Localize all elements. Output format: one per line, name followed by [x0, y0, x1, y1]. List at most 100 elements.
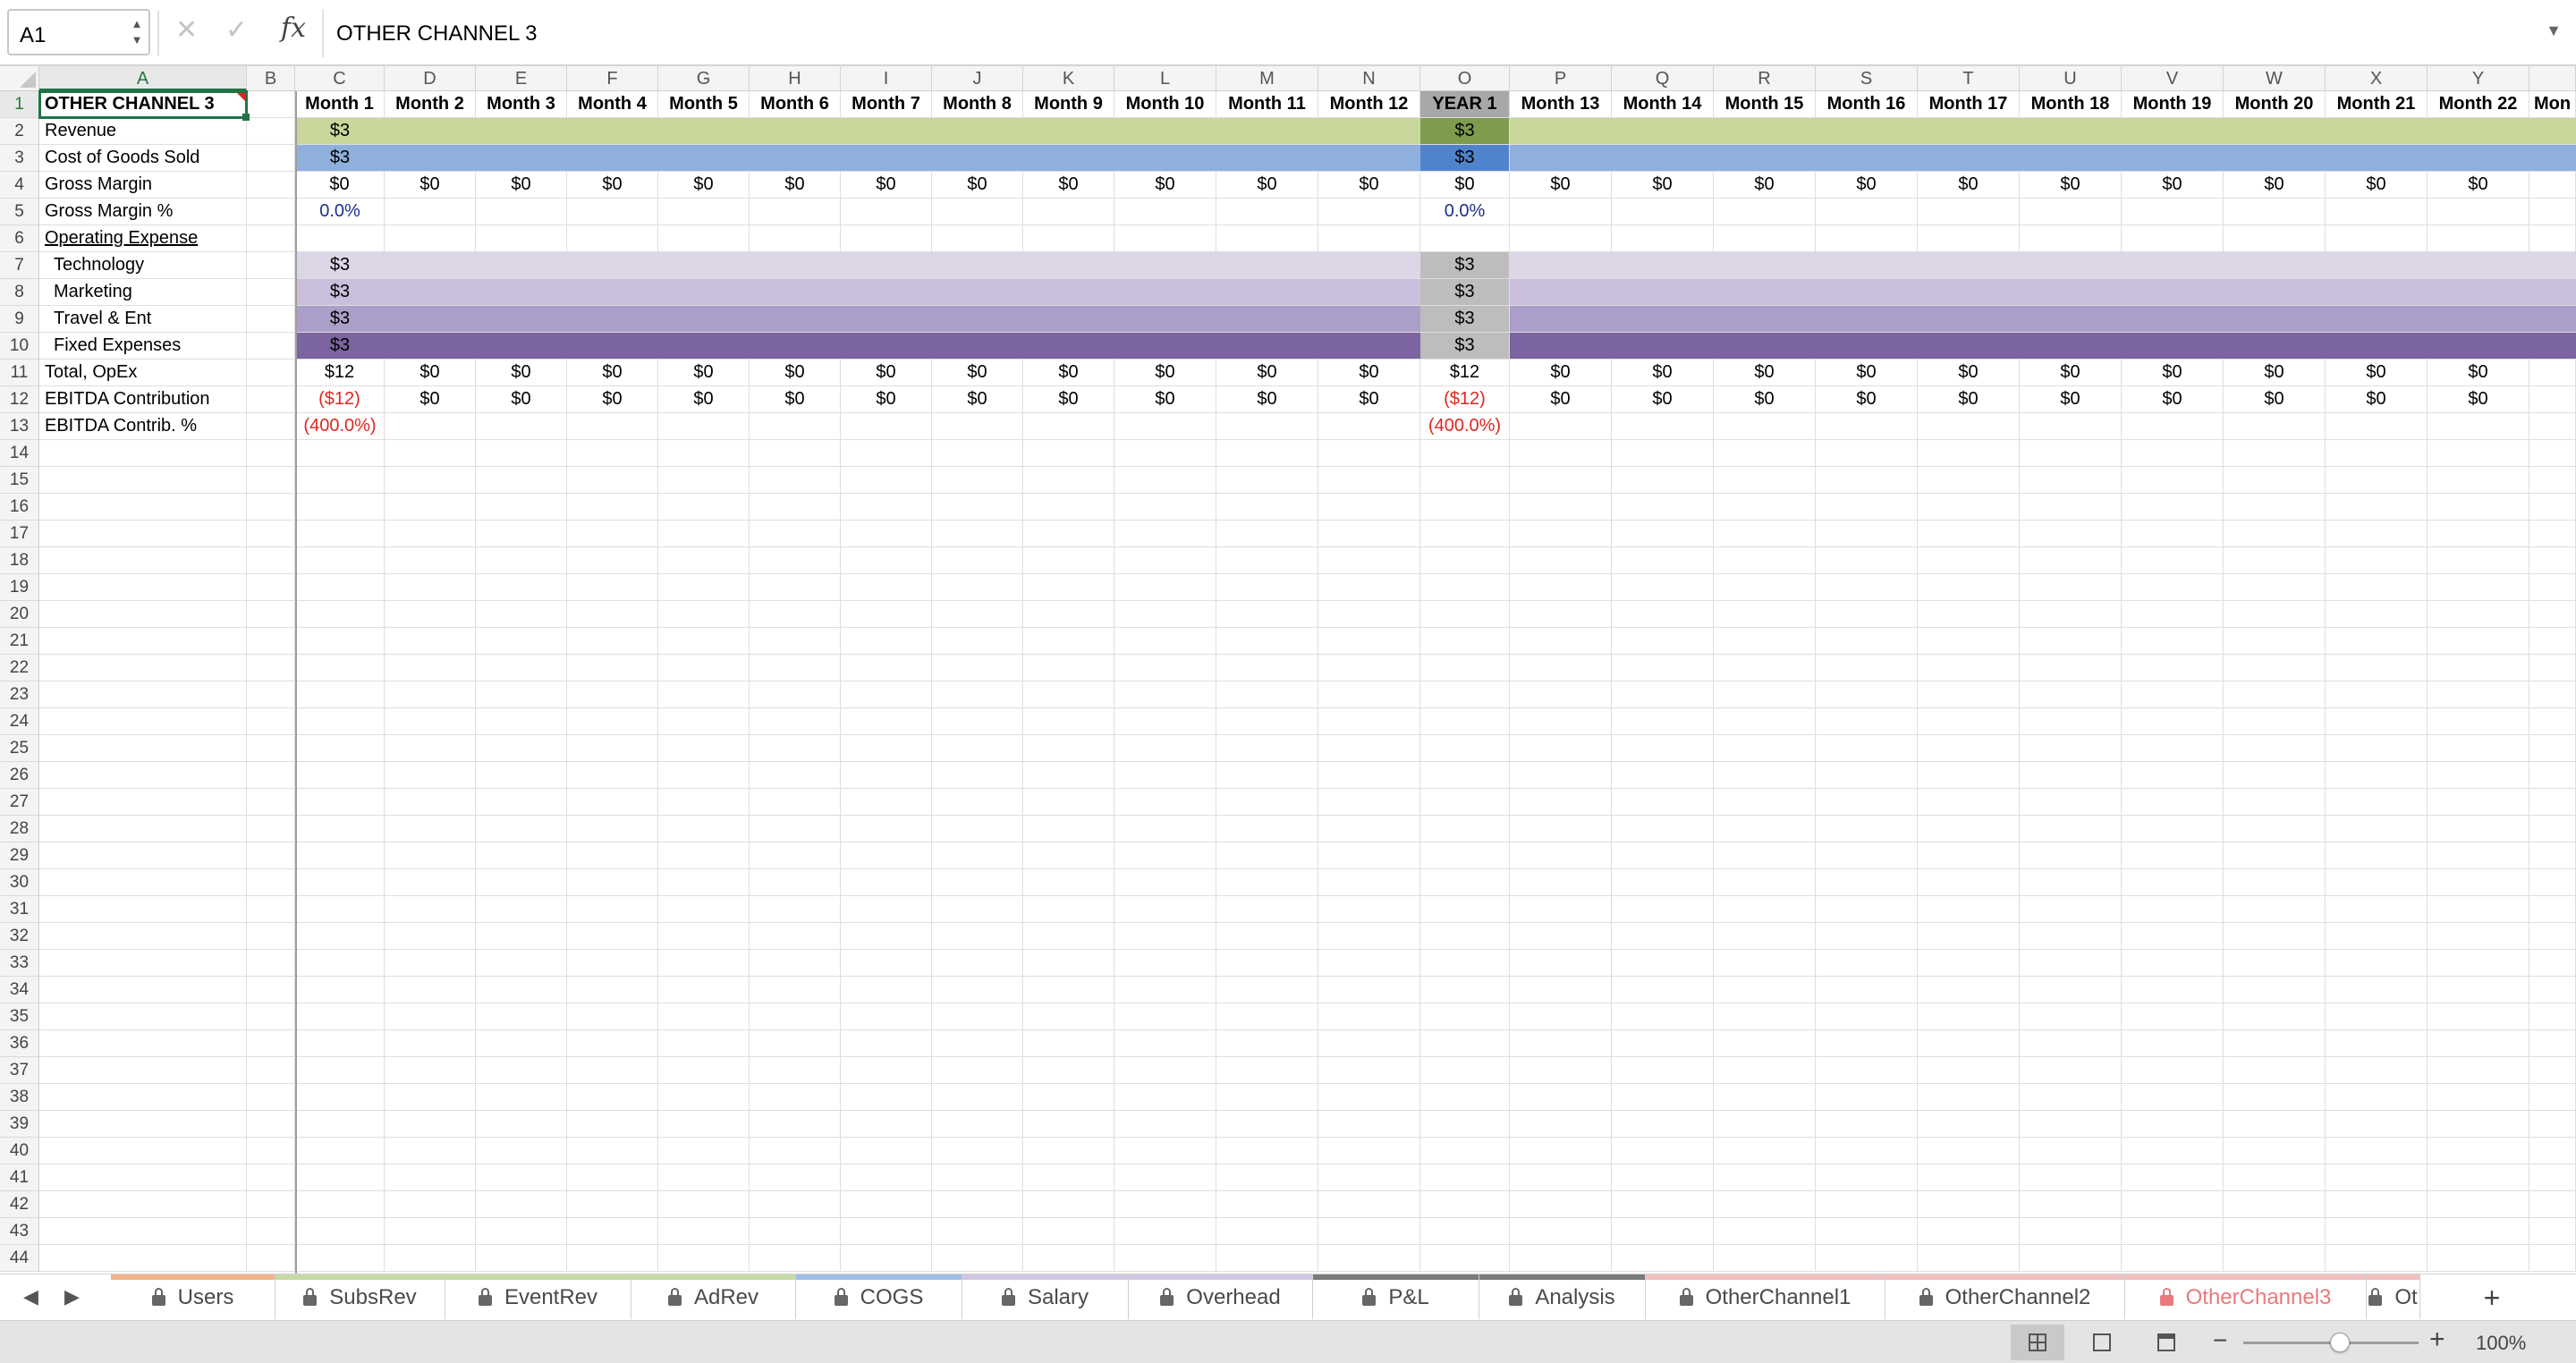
grid-cell[interactable]: [2326, 547, 2428, 574]
grid-cell[interactable]: [1816, 440, 1918, 467]
grid-cell[interactable]: [2326, 413, 2428, 440]
grid-cell[interactable]: [841, 1084, 932, 1111]
grid-cell[interactable]: [2122, 762, 2224, 789]
grid-cell[interactable]: [247, 628, 295, 655]
grid-cell[interactable]: [1612, 547, 1714, 574]
grid-cell[interactable]: [1714, 655, 1816, 682]
grid-cell[interactable]: [1114, 762, 1216, 789]
grid-cell[interactable]: [1714, 601, 1816, 628]
grid-cell[interactable]: [385, 225, 476, 252]
grid-cell[interactable]: [567, 574, 658, 601]
grid-cell[interactable]: [1612, 816, 1714, 842]
column-header-u[interactable]: U: [2020, 66, 2122, 91]
grid-cell[interactable]: [39, 628, 247, 655]
grid-cell[interactable]: [1023, 923, 1114, 950]
grid-cell[interactable]: [2224, 413, 2326, 440]
row-header-26[interactable]: 26: [0, 762, 39, 789]
grid-cell[interactable]: [2428, 1084, 2529, 1111]
grid-cell[interactable]: [1023, 1057, 1114, 1084]
row-header-30[interactable]: 30: [0, 869, 39, 896]
grid-cell[interactable]: [841, 574, 932, 601]
grid-cell[interactable]: [841, 1030, 932, 1057]
row-fill[interactable]: [1510, 252, 2576, 279]
grid-cell[interactable]: [1420, 708, 1510, 735]
grid-cell[interactable]: [247, 1138, 295, 1164]
grid-cell[interactable]: [750, 789, 841, 816]
row-header-25[interactable]: 25: [0, 735, 39, 762]
grid-cell[interactable]: [1318, 225, 1420, 252]
row-fill[interactable]: [295, 118, 1420, 145]
grid-cell[interactable]: [750, 977, 841, 1003]
grid-cell[interactable]: [476, 708, 567, 735]
grid-cell[interactable]: [1420, 842, 1510, 869]
value-cell[interactable]: $0: [1318, 360, 1420, 386]
grid-cell[interactable]: [1918, 547, 2020, 574]
grid-cell[interactable]: [2224, 574, 2326, 601]
row-header-24[interactable]: 24: [0, 708, 39, 735]
grid-cell[interactable]: [385, 923, 476, 950]
grid-cell[interactable]: [247, 521, 295, 547]
grid-cell[interactable]: [750, 816, 841, 842]
grid-cell[interactable]: [2122, 199, 2224, 225]
value-cell[interactable]: $0: [750, 172, 841, 199]
grid-cell[interactable]: [1714, 467, 1816, 494]
grid-cell[interactable]: [750, 413, 841, 440]
grid-cell[interactable]: [2326, 655, 2428, 682]
grid-cell[interactable]: [1023, 628, 1114, 655]
grid-cell[interactable]: [2122, 977, 2224, 1003]
grid-cell[interactable]: [1216, 1191, 1318, 1218]
grid-cell[interactable]: [2529, 628, 2576, 655]
grid-cell[interactable]: [1612, 682, 1714, 708]
grid-cell[interactable]: [2326, 869, 2428, 896]
grid-cell[interactable]: [2020, 682, 2122, 708]
grid-cell[interactable]: [1114, 574, 1216, 601]
grid-cell[interactable]: [1510, 1191, 1612, 1218]
value-cell[interactable]: $0: [1918, 360, 2020, 386]
sheet-title-cell[interactable]: OTHER CHANNEL 3: [39, 91, 247, 118]
grid-cell[interactable]: [2529, 199, 2576, 225]
grid-cell[interactable]: [1612, 1218, 1714, 1245]
grid-cell[interactable]: [1510, 708, 1612, 735]
grid-cell[interactable]: [2529, 1030, 2576, 1057]
grid-cell[interactable]: [2020, 1164, 2122, 1191]
grid-cell[interactable]: [2224, 682, 2326, 708]
grid-cell[interactable]: [39, 977, 247, 1003]
grid-cell[interactable]: [385, 735, 476, 762]
grid-cell[interactable]: [750, 1164, 841, 1191]
grid-cell[interactable]: [567, 1084, 658, 1111]
row-header-32[interactable]: 32: [0, 923, 39, 950]
row-header-16[interactable]: 16: [0, 494, 39, 521]
grid-cell[interactable]: [1714, 682, 1816, 708]
grid-cell[interactable]: [1816, 708, 1918, 735]
grid-cell[interactable]: [932, 1245, 1023, 1272]
grid-cell[interactable]: [1023, 789, 1114, 816]
grid-cell[interactable]: [385, 869, 476, 896]
grid-cell[interactable]: [750, 1138, 841, 1164]
grid-cell[interactable]: [567, 708, 658, 735]
row-header-36[interactable]: 36: [0, 1030, 39, 1057]
grid-cell[interactable]: [750, 574, 841, 601]
grid-cell[interactable]: [932, 467, 1023, 494]
grid-cell[interactable]: [2122, 816, 2224, 842]
grid-cell[interactable]: [247, 682, 295, 708]
grid-cell[interactable]: [1318, 1245, 1420, 1272]
grid-cell[interactable]: [1318, 440, 1420, 467]
value-cell[interactable]: $0: [1216, 386, 1318, 413]
grid-cell[interactable]: [750, 440, 841, 467]
grid-cell[interactable]: [2326, 1003, 2428, 1030]
grid-cell[interactable]: [1216, 1111, 1318, 1138]
row-label-cell[interactable]: Technology: [39, 252, 247, 279]
grid-cell[interactable]: [2529, 1003, 2576, 1030]
grid-cell[interactable]: [2529, 869, 2576, 896]
value-cell[interactable]: $0: [932, 360, 1023, 386]
grid-cell[interactable]: [39, 494, 247, 521]
grid-cell[interactable]: [2428, 225, 2529, 252]
grid-cell[interactable]: [932, 628, 1023, 655]
grid-cell[interactable]: [1714, 547, 1816, 574]
grid-cell[interactable]: [1918, 494, 2020, 521]
grid-cell[interactable]: [1612, 735, 1714, 762]
grid-cell[interactable]: [2224, 521, 2326, 547]
grid-cell[interactable]: [2122, 682, 2224, 708]
grid-cell[interactable]: [2020, 521, 2122, 547]
grid-cell[interactable]: [1023, 601, 1114, 628]
